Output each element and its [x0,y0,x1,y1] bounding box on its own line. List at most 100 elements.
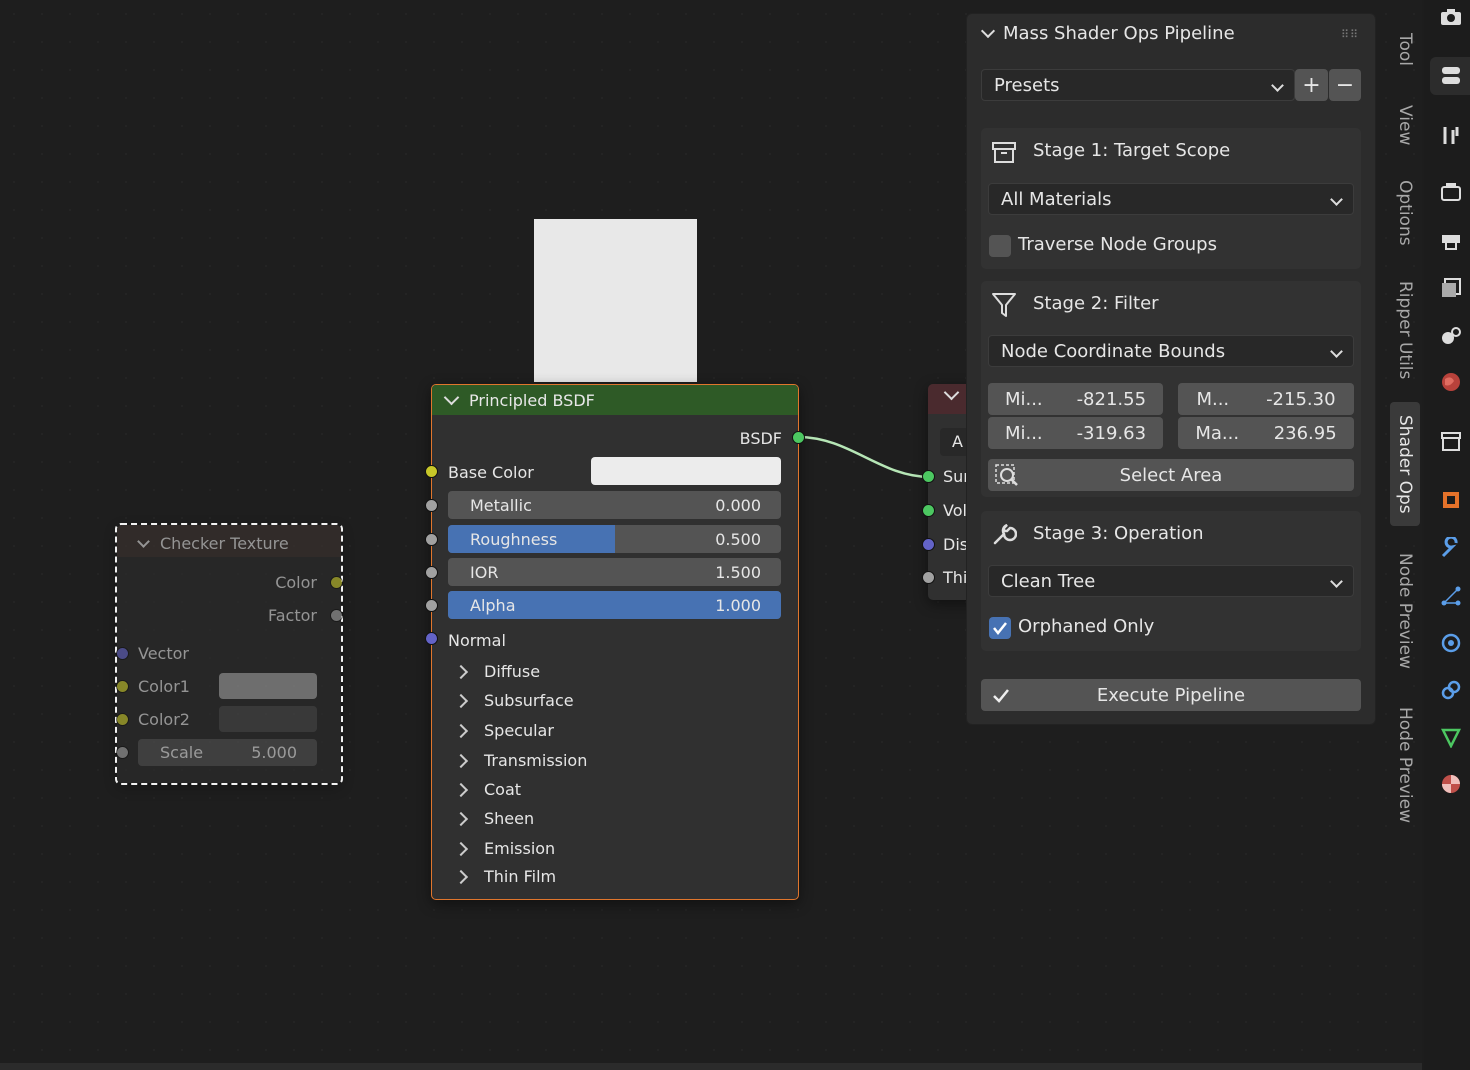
max-y-value: 236.95 [1273,422,1337,444]
panel-thin-film[interactable]: Thin Film [453,867,557,886]
base-color-socket[interactable] [425,465,438,478]
panel-label: Diffuse [484,662,541,681]
tab-options[interactable]: Options [1390,170,1420,256]
output-icon[interactable] [1438,227,1464,253]
view-layer-icon[interactable] [1438,275,1464,301]
panel-transmission[interactable]: Transmission [453,751,587,770]
modifier-icon[interactable] [1438,535,1464,561]
orphaned-only-checkbox[interactable] [989,617,1011,639]
panel-specular[interactable]: Specular [453,721,554,740]
panel-subsurface[interactable]: Subsurface [453,691,574,710]
tab-node-preview[interactable]: Node Preview [1390,540,1420,682]
field-roughness[interactable]: Roughness 0.500 [448,525,781,553]
normal-socket[interactable] [425,632,438,645]
traverse-node-groups-label: Traverse Node Groups [1018,234,1217,255]
field-alpha[interactable]: Alpha 1.000 [448,591,781,619]
drag-handle-icon[interactable]: ⠿⠿ [1341,28,1359,41]
tab-hode-preview[interactable]: Hode Preview [1390,694,1420,836]
collection-icon[interactable] [1438,428,1464,454]
metallic-socket[interactable] [425,499,438,512]
min-y-field[interactable]: Mi... -319.63 [988,417,1163,449]
field-value: 0.000 [715,495,761,515]
zoom-region-icon [995,464,1018,486]
panel-emission[interactable]: Emission [453,839,555,858]
traverse-node-groups-checkbox[interactable] [989,235,1011,257]
volume-input-label: Vol [943,501,967,520]
max-x-label: M... [1196,388,1230,410]
tab-view[interactable]: View [1390,94,1420,156]
toggle-icon[interactable] [1438,62,1464,88]
panel-collapse-chevron-icon[interactable] [980,23,996,39]
target-scope-value: All Materials [1001,188,1112,210]
tool-settings-icon[interactable] [1438,122,1464,148]
remove-preset-button[interactable]: − [1329,69,1361,101]
thickness-input-socket[interactable] [922,571,935,584]
chevron-down-icon [1330,345,1343,358]
chevron-down-icon [1330,193,1343,206]
stage1-title: Stage 1: Target Scope [1033,140,1231,161]
field-label: Roughness [470,529,558,549]
tab-label: Node Preview [1395,553,1415,669]
panel-label: Thin Film [484,867,557,886]
operation-dropdown[interactable]: Clean Tree [988,565,1354,597]
volume-input-socket[interactable] [922,504,935,517]
scale-socket[interactable] [116,746,129,759]
max-x-field[interactable]: M... -215.30 [1178,383,1354,415]
principled-bsdf-node[interactable]: Principled BSDF BSDF Base Color Metallic… [431,384,799,900]
particles-icon[interactable] [1438,583,1464,609]
add-preset-button[interactable]: + [1295,69,1328,101]
field-ior[interactable]: IOR 1.500 [448,558,781,586]
color1-socket[interactable] [116,680,129,693]
material-icon[interactable] [1438,771,1464,797]
panel-label: Sheen [484,809,535,828]
physics-icon[interactable] [1438,630,1464,656]
render-icon[interactable] [1438,179,1464,205]
scene-icon[interactable] [1438,322,1464,348]
camera-icon[interactable] [1438,4,1464,30]
ior-socket[interactable] [425,566,438,579]
field-label: Alpha [470,595,516,615]
material-preview-image [534,219,697,382]
tab-tool[interactable]: Tool [1390,22,1420,78]
max-y-field[interactable]: Ma... 236.95 [1178,417,1354,449]
field-metallic[interactable]: Metallic 0.000 [448,491,781,519]
field-value: 1.000 [715,595,761,615]
collapse-chevron-icon[interactable] [443,389,460,406]
orphaned-only-label: Orphaned Only [1018,616,1155,637]
stage2-box: Stage 2: Filter Node Coordinate Bounds M… [981,281,1361,497]
chevron-down-icon [1271,79,1284,92]
constraints-icon[interactable] [1438,677,1464,703]
node-header[interactable]: Principled BSDF [432,385,798,415]
tab-label: Tool [1395,33,1415,67]
filter-dropdown[interactable]: Node Coordinate Bounds [988,335,1354,367]
horizontal-scrollbar[interactable] [0,1063,1422,1070]
alpha-socket[interactable] [425,599,438,612]
panel-sheen[interactable]: Sheen [453,809,535,828]
factor-output-socket[interactable] [330,609,343,622]
surface-input-socket[interactable] [922,470,935,483]
data-icon[interactable] [1438,724,1464,750]
execute-pipeline-button[interactable]: Execute Pipeline [981,679,1361,711]
roughness-socket[interactable] [425,533,438,546]
panel-label: Specular [484,721,554,740]
checkmark-icon [993,689,1009,703]
object-icon[interactable] [1438,487,1464,513]
color2-socket[interactable] [116,713,129,726]
tab-shader-ops[interactable]: Shader Ops [1390,402,1420,526]
tab-ripper-utils[interactable]: Ripper Utils [1390,270,1420,390]
color-output-socket[interactable] [330,576,343,589]
chevron-right-icon [453,811,469,826]
target-scope-dropdown[interactable]: All Materials [988,183,1354,215]
panel-diffuse[interactable]: Diffuse [453,662,541,681]
min-x-field[interactable]: Mi... -821.55 [988,383,1163,415]
bsdf-output-socket[interactable] [792,431,805,444]
world-icon[interactable] [1438,369,1464,395]
vector-socket[interactable] [116,647,129,660]
base-color-swatch[interactable] [591,457,781,485]
bsdf-output-label: BSDF [739,429,782,448]
select-area-button[interactable]: Select Area [988,459,1354,491]
presets-dropdown[interactable]: Presets [981,69,1295,101]
displacement-input-socket[interactable] [922,538,935,551]
chevron-right-icon [453,753,469,768]
panel-coat[interactable]: Coat [453,780,521,799]
